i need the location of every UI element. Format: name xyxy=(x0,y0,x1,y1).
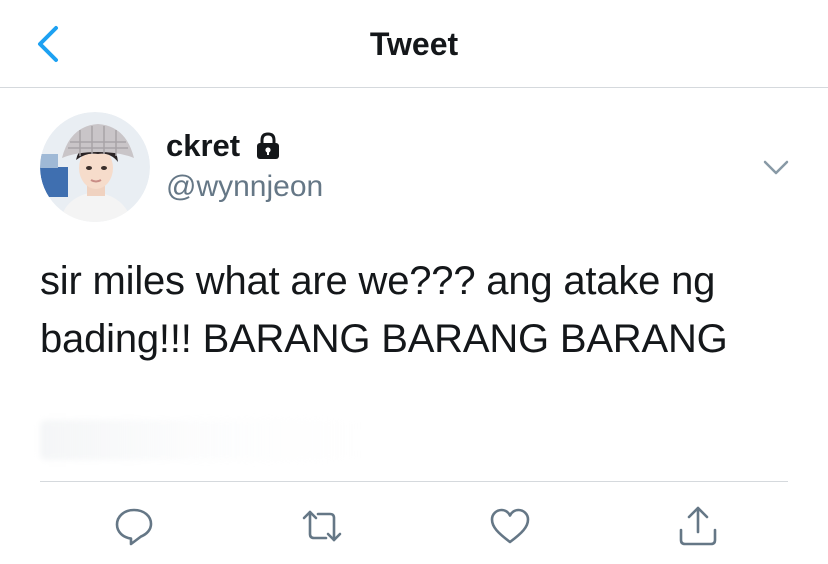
user-handle[interactable]: @wynnjeon xyxy=(166,169,323,205)
reply-icon xyxy=(115,508,153,546)
avatar[interactable] xyxy=(40,112,150,222)
like-button[interactable] xyxy=(488,504,532,548)
heart-icon xyxy=(490,508,530,544)
avatar-image xyxy=(40,112,150,222)
share-icon xyxy=(679,506,717,546)
tweet-text: sir miles what are we??? ang atake ng ba… xyxy=(40,259,728,361)
lock-icon xyxy=(253,131,283,161)
top-navigation-bar: Tweet xyxy=(0,0,828,88)
faded-timestamp-area xyxy=(40,420,360,460)
display-name[interactable]: ckret xyxy=(166,128,240,164)
retweet-icon xyxy=(302,510,342,542)
share-button[interactable] xyxy=(676,504,720,548)
divider xyxy=(40,481,788,482)
more-options-button[interactable] xyxy=(758,150,794,186)
reply-button[interactable] xyxy=(112,504,156,548)
retweet-button[interactable] xyxy=(300,504,344,548)
page-title: Tweet xyxy=(369,26,459,62)
chevron-down-icon xyxy=(763,160,789,175)
